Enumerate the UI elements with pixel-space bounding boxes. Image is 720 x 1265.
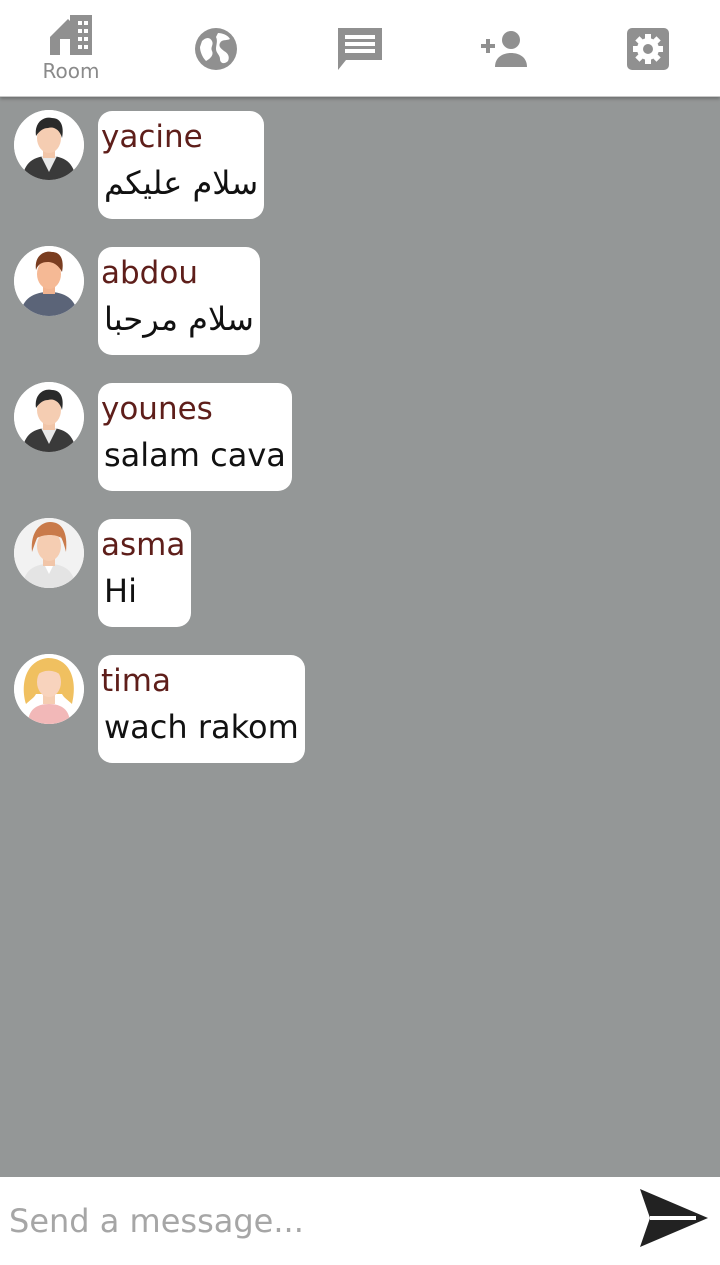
chat-icon — [338, 27, 382, 70]
message-list[interactable]: yacine سلام عليكم abdou سلام مرحبا youne… — [0, 97, 720, 1177]
add-user-icon — [481, 30, 527, 67]
message-bubble[interactable]: younes salam cava — [98, 383, 292, 491]
avatar[interactable] — [14, 518, 84, 588]
avatar[interactable] — [14, 654, 84, 724]
nav-globe[interactable] — [166, 0, 266, 97]
nav-room-label: Room — [42, 58, 100, 83]
female-short-hair-avatar-icon — [14, 518, 84, 588]
nav-room[interactable]: Room — [21, 0, 121, 97]
room-icon — [48, 14, 94, 57]
message-text: سلام عليكم — [104, 164, 259, 202]
sender-name[interactable]: abdou — [101, 251, 254, 295]
send-icon — [640, 1189, 708, 1247]
female-blonde-avatar-icon — [14, 654, 84, 724]
sender-name[interactable]: yacine — [101, 115, 258, 159]
male-suit-avatar-icon — [14, 110, 84, 180]
message-composer — [0, 1177, 720, 1265]
male-sweater-avatar-icon — [14, 246, 84, 316]
message-bubble[interactable]: asma Hi — [98, 519, 192, 627]
send-button[interactable] — [636, 1185, 714, 1257]
message-bubble[interactable]: abdou سلام مرحبا — [98, 247, 260, 355]
message-item: younes salam cava — [0, 369, 720, 491]
nav-settings[interactable] — [598, 0, 698, 97]
message-item: tima wach rakom — [0, 641, 720, 763]
message-text: Hi — [104, 572, 137, 610]
message-item: yacine سلام عليكم — [0, 97, 720, 219]
avatar[interactable] — [14, 246, 84, 316]
male-suit-avatar-icon — [14, 382, 84, 452]
nav-add-friend[interactable] — [454, 0, 554, 97]
message-item: abdou سلام مرحبا — [0, 233, 720, 355]
message-input[interactable] — [0, 1177, 620, 1265]
top-navigation-bar: Room — [0, 0, 720, 97]
avatar[interactable] — [14, 382, 84, 452]
globe-icon — [194, 27, 238, 71]
message-bubble[interactable]: yacine سلام عليكم — [98, 111, 265, 219]
message-text: salam cava — [104, 436, 286, 474]
avatar[interactable] — [14, 110, 84, 180]
sender-name[interactable]: tima — [101, 659, 299, 703]
message-text: سلام مرحبا — [104, 300, 254, 338]
sender-name[interactable]: younes — [101, 387, 286, 431]
message-bubble[interactable]: tima wach rakom — [98, 655, 305, 763]
settings-icon — [627, 27, 669, 70]
message-item: asma Hi — [0, 505, 720, 627]
sender-name[interactable]: asma — [101, 523, 185, 567]
nav-chat[interactable] — [310, 0, 410, 97]
message-text: wach rakom — [104, 708, 299, 746]
